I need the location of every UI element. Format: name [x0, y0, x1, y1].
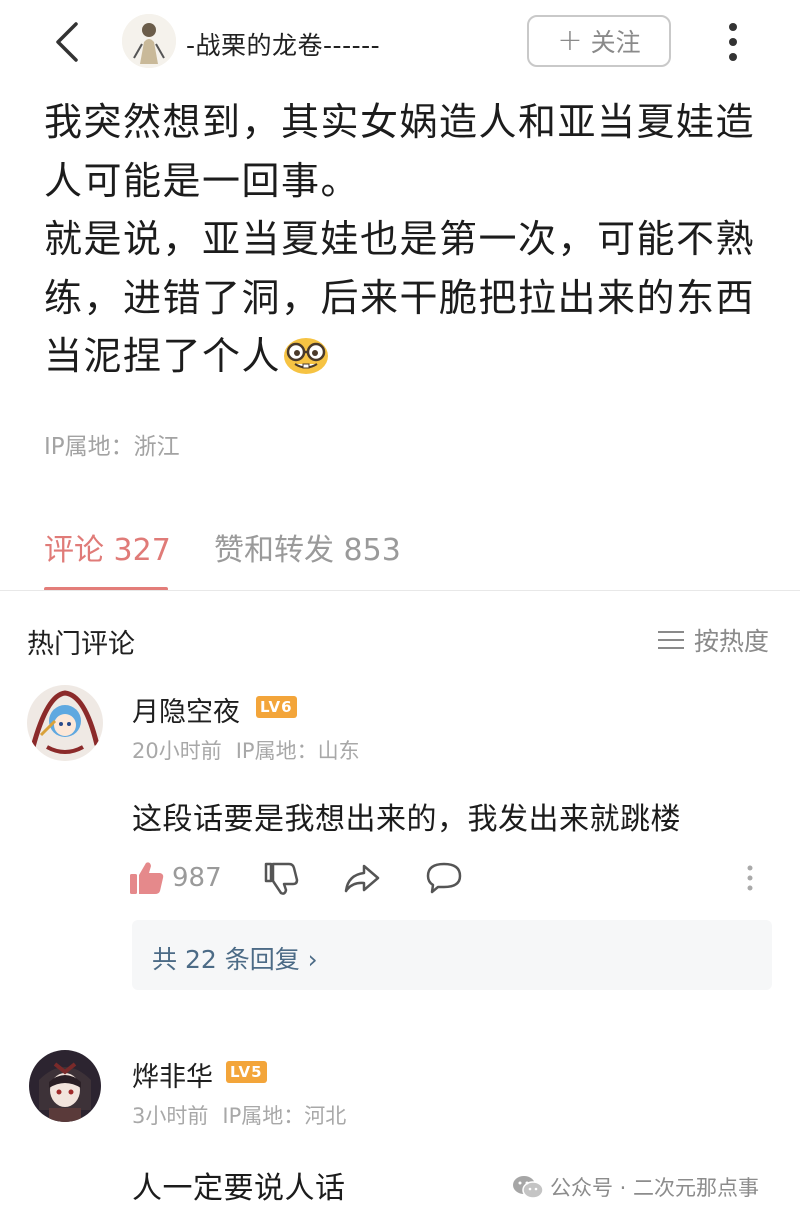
level-badge: LV5: [226, 1061, 267, 1083]
share-button[interactable]: [342, 858, 382, 898]
divider: [0, 590, 800, 591]
author-name[interactable]: -战栗的龙卷------: [186, 26, 380, 62]
commenter-name[interactable]: 烨非华: [132, 1055, 213, 1094]
vertical-dots-icon: [747, 865, 753, 891]
hot-comments-title: 热门评论: [27, 629, 135, 660]
like-button[interactable]: 987: [128, 858, 222, 898]
follow-button[interactable]: + 关注: [527, 15, 671, 67]
author-avatar[interactable]: [122, 14, 176, 68]
comment-ip: IP属地：山东: [235, 739, 360, 763]
comment-actions: 987: [128, 858, 768, 904]
comment-ip: IP属地：河北: [222, 1104, 347, 1128]
comment-text: 这段话要是我想出来的，我发出来就跳楼: [132, 802, 681, 837]
watermark-text: 公众号 · 二次元那点事: [550, 1176, 760, 1200]
post-paragraph: 我突然想到，其实女娲造人和亚当夏娃造人可能是一回事。: [44, 100, 756, 203]
post-paragraph-text: 就是说，亚当夏娃也是第一次，可能不熟练，进错了洞，后来干脆把拉出来的东西当泥捏了…: [44, 217, 756, 378]
dislike-button[interactable]: [262, 858, 300, 898]
avatar-image: [29, 1050, 101, 1122]
comment-meta: 20小时前 IP属地：山东: [132, 735, 360, 765]
top-bar: -战栗的龙卷------ + 关注: [0, 0, 800, 90]
post-tabs: 评论 327 赞和转发 853: [0, 515, 800, 595]
plus-icon: +: [557, 23, 583, 58]
like-count: 987: [172, 863, 222, 893]
vertical-dots-icon: [729, 23, 737, 61]
comment-meta: 3小时前 IP属地：河北: [132, 1100, 346, 1130]
level-badge: LV6: [256, 696, 297, 718]
more-options-button[interactable]: [718, 18, 748, 66]
nerd-face-emoji-icon: [284, 338, 329, 374]
thumbs-up-icon: [130, 862, 164, 894]
reply-button[interactable]: [424, 858, 464, 898]
avatar[interactable]: [29, 1050, 101, 1122]
back-button[interactable]: [48, 20, 88, 64]
wechat-icon: [513, 1176, 544, 1199]
list-icon: [658, 630, 684, 650]
comment-more-button[interactable]: [740, 860, 760, 900]
post-body: 我突然想到，其实女娲造人和亚当夏娃造人可能是一回事。 就是说，亚当夏娃也是第一次…: [44, 93, 774, 386]
commenter-name[interactable]: 月隐空夜: [132, 690, 240, 729]
sort-by-hot-button[interactable]: 按热度: [658, 622, 769, 658]
chevron-left-icon: [56, 22, 78, 62]
comment-text: 人一定要说人话: [132, 1171, 346, 1206]
author-avatar-image: [122, 14, 176, 68]
comment-bubble-icon: [426, 862, 462, 894]
tab-likes-reposts[interactable]: 赞和转发 853: [214, 525, 401, 569]
post-ip-location: IP属地：浙江: [44, 434, 180, 460]
comment-item: 月隐空夜 LV6 20小时前 IP属地：山东 这段话要是我想出来的，我发出来就跳楼…: [0, 680, 800, 1000]
share-arrow-icon: [344, 864, 380, 893]
avatar[interactable]: [27, 685, 103, 761]
comment-time: 20小时前: [132, 739, 222, 763]
sort-label: 按热度: [694, 627, 770, 656]
watermark: 公众号 · 二次元那点事: [512, 1172, 759, 1202]
replies-count-label: 共 22 条回复 ›: [152, 945, 318, 974]
comment-time: 3小时前: [132, 1104, 209, 1128]
view-replies-button[interactable]: 共 22 条回复 ›: [132, 920, 772, 990]
avatar-image: [27, 685, 103, 761]
tab-comments[interactable]: 评论 327: [44, 525, 171, 569]
post-paragraph: 就是说，亚当夏娃也是第一次，可能不熟练，进错了洞，后来干脆把拉出来的东西当泥捏了…: [44, 210, 774, 386]
follow-label: 关注: [590, 28, 641, 57]
thumbs-down-icon: [264, 862, 299, 895]
